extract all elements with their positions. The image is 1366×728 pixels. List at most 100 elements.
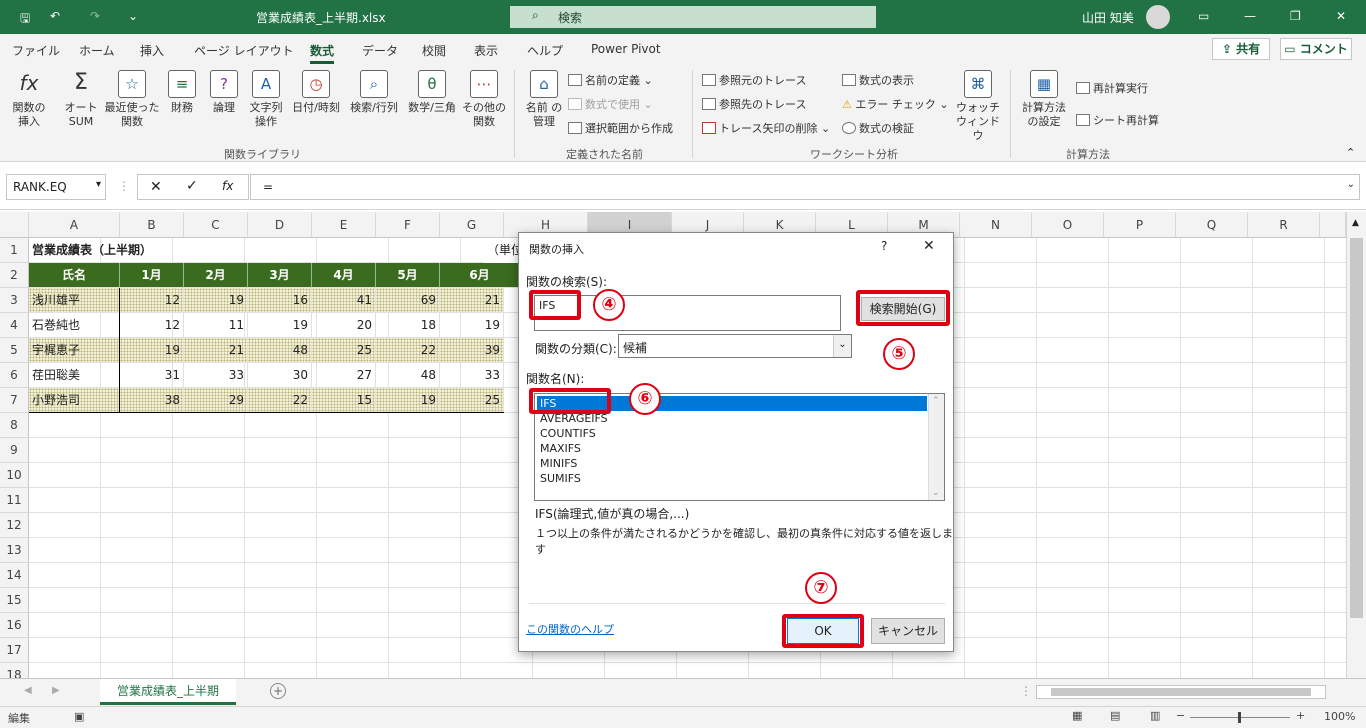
column-header[interactable]: R xyxy=(1248,212,1320,238)
remove-arrows-button[interactable]: トレース矢印の削除 ⌄ xyxy=(702,120,830,136)
logical-button[interactable]: ? 論理 xyxy=(206,70,242,115)
page-layout-view-icon[interactable]: ▤ xyxy=(1110,709,1120,722)
row-header[interactable]: 4 xyxy=(0,313,29,338)
ribbon-display-icon[interactable]: ▭ xyxy=(1198,9,1209,23)
header-cell[interactable]: 2月 xyxy=(184,263,248,288)
define-name-button[interactable]: 名前の定義 ⌄ xyxy=(568,72,653,88)
trace-dependents-button[interactable]: 参照先のトレース xyxy=(702,96,806,112)
table-cell[interactable]: 31 xyxy=(120,363,184,388)
column-header[interactable]: P xyxy=(1104,212,1176,238)
list-item[interactable]: COUNTIFS xyxy=(537,426,927,441)
next-sheet-icon[interactable]: ▶ xyxy=(52,685,60,696)
list-item[interactable]: MINIFS xyxy=(537,456,927,471)
insert-function-button[interactable]: fx 関数の挿入 xyxy=(8,70,50,129)
column-header[interactable]: F xyxy=(376,212,440,238)
row-header[interactable]: 7 xyxy=(0,388,29,413)
table-cell[interactable]: 33 xyxy=(440,363,504,388)
table-cell[interactable]: 19 xyxy=(120,338,184,363)
calculate-sheet-button[interactable]: シート再計算 xyxy=(1076,112,1159,128)
table-cell[interactable]: 12 xyxy=(120,313,184,338)
row-header[interactable]: 5 xyxy=(0,338,29,363)
horizontal-scrollbar[interactable] xyxy=(1036,685,1326,699)
row-header[interactable]: 15 xyxy=(0,588,29,613)
collapse-ribbon-icon[interactable]: ⌃ xyxy=(1346,146,1355,159)
financial-button[interactable]: ≡ 財務 xyxy=(164,70,200,115)
table-cell[interactable]: 27 xyxy=(312,363,376,388)
row-header[interactable]: 12 xyxy=(0,513,29,538)
show-formulas-button[interactable]: 数式の表示 xyxy=(842,72,914,88)
dialog-help-button[interactable]: ? xyxy=(881,239,887,253)
row-header[interactable]: 1 xyxy=(0,238,29,263)
row-header[interactable]: 9 xyxy=(0,438,29,463)
normal-view-icon[interactable]: ▦ xyxy=(1072,709,1082,722)
table-cell[interactable]: 33 xyxy=(184,363,248,388)
table-cell[interactable]: 18 xyxy=(376,313,440,338)
table-cell[interactable]: 19 xyxy=(440,313,504,338)
name-box[interactable]: RANK.EQ ▾ xyxy=(6,174,106,200)
datetime-button[interactable]: ◷ 日付/時刻 xyxy=(288,70,344,115)
math-button[interactable]: θ 数学/三角 xyxy=(404,70,460,115)
autosum-button[interactable]: Σ オート SUM xyxy=(58,70,104,129)
zoom-in-icon[interactable]: + xyxy=(1296,709,1305,722)
table-cell[interactable]: 15 xyxy=(312,388,376,413)
function-help-link[interactable]: この関数のヘルプ xyxy=(526,621,614,637)
table-cell[interactable]: 69 xyxy=(376,288,440,313)
table-cell[interactable]: 12 xyxy=(120,288,184,313)
select-all-corner[interactable] xyxy=(0,212,29,238)
tab-data[interactable]: データ xyxy=(362,42,398,59)
chevron-down-icon[interactable]: ⌄ xyxy=(833,335,851,357)
table-cell[interactable]: 22 xyxy=(376,338,440,363)
tab-home[interactable]: ホーム xyxy=(79,42,115,59)
table-cell[interactable]: 41 xyxy=(312,288,376,313)
header-cell[interactable]: 5月 xyxy=(376,263,440,288)
add-sheet-icon[interactable]: + xyxy=(270,683,286,699)
column-header[interactable]: G xyxy=(440,212,504,238)
cancel-button[interactable]: キャンセル xyxy=(871,618,945,644)
table-cell[interactable]: 20 xyxy=(312,313,376,338)
enter-icon[interactable]: ✓ xyxy=(186,178,198,194)
name-manager-button[interactable]: ⌂ 名前 の管理 xyxy=(522,70,566,129)
evaluate-formula-button[interactable]: 数式の検証 xyxy=(842,120,914,136)
table-cell[interactable]: 48 xyxy=(248,338,312,363)
scroll-up-icon[interactable]: ▲ xyxy=(1352,218,1359,228)
zoom-level[interactable]: 100% xyxy=(1324,710,1355,723)
split-handle-icon[interactable]: ⋮ xyxy=(1020,684,1032,698)
vertical-scrollbar[interactable]: ▲ xyxy=(1346,212,1366,678)
scroll-thumb[interactable] xyxy=(1350,238,1363,618)
table-cell[interactable]: 石巻純也 xyxy=(29,313,120,338)
header-cell[interactable]: 6月 xyxy=(440,263,520,288)
customize-qat-icon[interactable]: ⌄ xyxy=(128,9,138,23)
expand-formula-icon[interactable]: ⌄ xyxy=(1347,179,1355,190)
table-cell[interactable]: 25 xyxy=(312,338,376,363)
calculate-now-button[interactable]: 再計算実行 xyxy=(1076,80,1148,96)
comment-button[interactable]: ▭ コメント xyxy=(1280,38,1352,60)
table-cell[interactable]: 21 xyxy=(184,338,248,363)
category-select[interactable]: 候補 ⌄ xyxy=(618,334,852,358)
scroll-up-icon[interactable]: ⌃ xyxy=(932,396,940,406)
trace-precedents-button[interactable]: 参照元のトレース xyxy=(702,72,806,88)
row-header[interactable]: 16 xyxy=(0,613,29,638)
table-cell[interactable]: 16 xyxy=(248,288,312,313)
lookup-button[interactable]: ⌕ 検索/行列 xyxy=(346,70,402,115)
header-cell[interactable]: 1月 xyxy=(120,263,184,288)
watch-window-button[interactable]: ⌘ ウォッチ ウィンドウ xyxy=(952,70,1004,143)
row-header[interactable]: 11 xyxy=(0,488,29,513)
tab-power-pivot[interactable]: Power Pivot xyxy=(591,42,661,56)
recent-functions-button[interactable]: ☆ 最近使った 関数 xyxy=(104,70,160,129)
row-header[interactable]: 10 xyxy=(0,463,29,488)
table-cell[interactable]: 21 xyxy=(440,288,504,313)
row-header[interactable]: 3 xyxy=(0,288,29,313)
column-header[interactable]: C xyxy=(184,212,248,238)
row-header[interactable]: 2 xyxy=(0,263,29,288)
calc-options-button[interactable]: ▦ 計算方法 の設定 xyxy=(1016,70,1072,129)
sheet-title[interactable]: 営業成績表（上半期） xyxy=(29,238,329,263)
column-header[interactable]: O xyxy=(1032,212,1104,238)
header-cell[interactable]: 4月 xyxy=(312,263,376,288)
list-item[interactable]: SUMIFS xyxy=(537,471,927,486)
use-in-formula-button[interactable]: 数式で使用 ⌄ xyxy=(568,96,653,112)
tab-file[interactable]: ファイル xyxy=(12,42,60,59)
header-cell[interactable]: 3月 xyxy=(248,263,312,288)
macro-record-icon[interactable]: ▣ xyxy=(74,710,84,723)
column-header[interactable]: Q xyxy=(1176,212,1248,238)
header-cell[interactable]: 氏名 xyxy=(29,263,120,288)
